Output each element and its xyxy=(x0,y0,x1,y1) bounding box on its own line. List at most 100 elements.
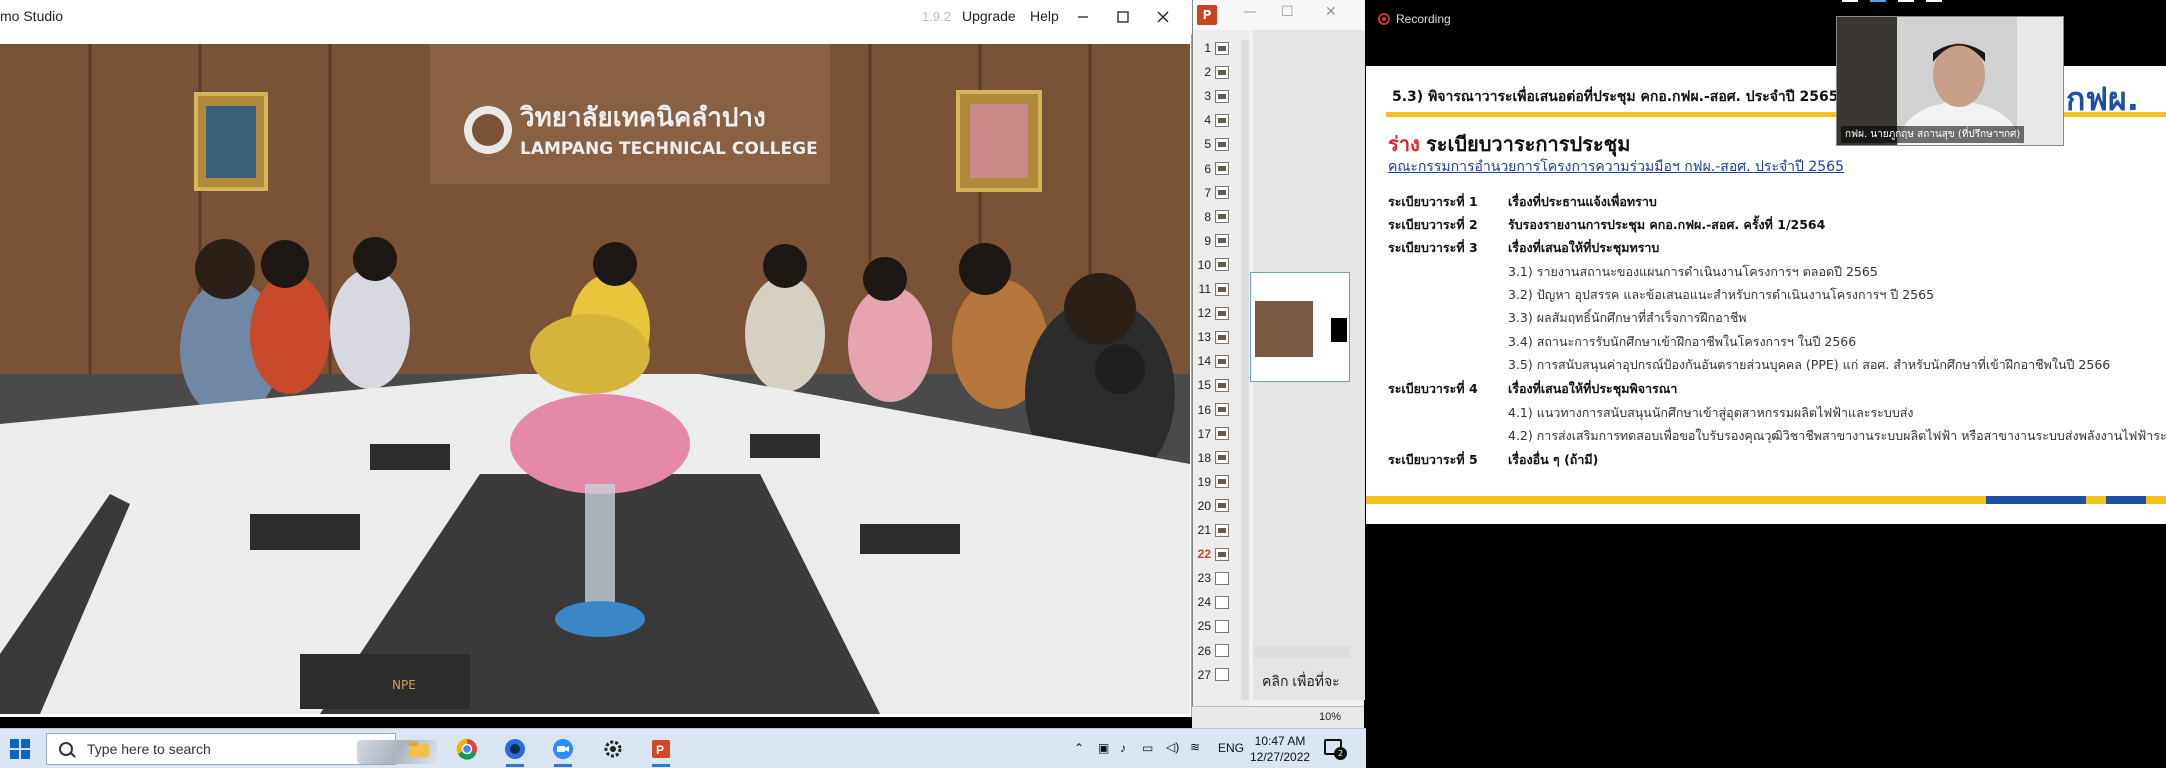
agenda-label-3: ระเบียบวาระที่ 3 xyxy=(1388,240,1478,255)
camo-window-title: mo Studio xyxy=(0,8,64,24)
meeting-room-photo: วิทยาลัยเทคนิคลำปาง LAMPANG TECHNICAL CO… xyxy=(0,44,1190,714)
volume-icon[interactable]: ◁) xyxy=(1166,740,1179,754)
slide-footer-accent xyxy=(1986,496,2086,504)
slide-thumbnail-image xyxy=(1215,306,1229,320)
clock-date: 12/27/2022 xyxy=(1250,750,1311,764)
settings-gear-icon[interactable] xyxy=(598,735,628,763)
close-icon xyxy=(1157,11,1169,23)
slide-number: 22 xyxy=(1197,547,1211,562)
powerpoint-app-icon[interactable]: P xyxy=(646,735,676,767)
taskbar-clock[interactable]: 10:47 AM 12/27/2022 xyxy=(1250,733,1310,765)
zoom-app-icon[interactable] xyxy=(548,735,578,767)
slide-thumbnail-image xyxy=(1215,234,1229,248)
maximize-button[interactable] xyxy=(1108,4,1138,30)
file-explorer-icon[interactable] xyxy=(404,735,434,763)
microphone-icon[interactable]: ♪ xyxy=(1120,741,1126,755)
participant-name: กฟผ. นายภูกฤษ สถานสุข (ที่ปรึกษาฯกศ) xyxy=(1841,126,2025,143)
agenda-desc-3: เรื่องที่เสนอให้ที่ประชุมทราบ xyxy=(1508,240,1660,255)
slide-thumbnail-image xyxy=(1215,354,1229,368)
current-slide-preview[interactable] xyxy=(1250,272,1350,382)
help-link[interactable]: Help xyxy=(1030,8,1059,24)
webcam-icon[interactable]: ▣ xyxy=(1098,741,1109,755)
slide-number: 15 xyxy=(1197,378,1211,393)
view-speaker-icon[interactable] xyxy=(1870,0,1886,10)
slide-horizontal-scrollbar[interactable] xyxy=(1254,646,1350,658)
slide-thumbnail-image xyxy=(1215,475,1229,489)
view-minimize-icon[interactable] xyxy=(1842,0,1858,10)
slide-subtitle: คณะกรรมการอำนวยการโครงการความร่วมมือฯ กฟ… xyxy=(1388,159,1844,175)
view-gallery-icon[interactable] xyxy=(1926,0,1942,10)
slide-thumbnail-image xyxy=(1215,427,1229,441)
maximize-icon xyxy=(1117,11,1129,23)
desktop: mo Studio 1.9.2 Upgrade Help วิทยาลัยเทค… xyxy=(0,0,2166,768)
slide-thumbnail-image xyxy=(1215,595,1229,609)
notes-placeholder[interactable]: คลิก เพื่อที่จะ xyxy=(1262,672,1342,690)
slide-number: 6 xyxy=(1204,161,1211,176)
slide-thumbnail-image xyxy=(1215,282,1229,296)
slide-number: 18 xyxy=(1197,450,1211,465)
agenda-label-5: ระเบียบวาระที่ 5 xyxy=(1388,452,1478,467)
agenda-item-3-1: 3.1) รายงานสถานะของแผนการดำเนินงานโครงกา… xyxy=(1508,264,1878,279)
participant-video-tile[interactable]: กฟผ. นายภูกฤษ สถานสุข (ที่ปรึกษาฯกศ) xyxy=(1836,16,2064,146)
clock-time: 10:47 AM xyxy=(1254,734,1306,748)
slide-thumbnail-image xyxy=(1215,547,1229,561)
agenda-item-3-3: 3.3) ผลสัมฤทธิ์นักศึกษาที่สำเร็จการฝึกอา… xyxy=(1508,310,1747,325)
ppt-minimize-icon[interactable]: — xyxy=(1243,4,1257,20)
agenda-desc-5: เรื่องอื่น ๆ (ถ้ามี) xyxy=(1508,452,1599,467)
slide-thumbnail-image xyxy=(1215,330,1229,344)
language-indicator[interactable]: ENG xyxy=(1218,741,1244,755)
slide-thumbnail-image xyxy=(1215,378,1229,392)
slide-number: 27 xyxy=(1197,667,1211,682)
slide-number: 23 xyxy=(1197,571,1211,586)
ppt-maximize-icon[interactable]: ☐ xyxy=(1281,4,1294,20)
slide-photo xyxy=(1255,301,1313,357)
upgrade-link[interactable]: Upgrade xyxy=(962,8,1016,24)
slide-thumbnail-image xyxy=(1215,403,1229,416)
powerpoint-icon: P xyxy=(1197,5,1217,25)
camo-studio-window: mo Studio 1.9.2 Upgrade Help วิทยาลัยเทค… xyxy=(0,0,1192,717)
ppt-titlebar[interactable]: P — ☐ ✕ xyxy=(1193,0,1365,30)
camo-app-icon[interactable] xyxy=(500,735,530,767)
search-icon xyxy=(59,742,73,756)
taskbar-search[interactable]: Type here to search xyxy=(46,733,437,765)
minimize-button[interactable] xyxy=(1068,4,1098,30)
slide-footer-accent-2 xyxy=(2106,496,2146,504)
close-button[interactable] xyxy=(1148,4,1178,30)
agenda-desc-4: เรื่องที่เสนอให้ที่ประชุมพิจารณา xyxy=(1508,381,1678,396)
slide-number: 10 xyxy=(1197,257,1211,272)
slide-number: 7 xyxy=(1204,185,1211,200)
camo-version: 1.9.2 xyxy=(922,9,951,24)
slide-number: 4 xyxy=(1204,113,1211,128)
slide-number: 2 xyxy=(1204,65,1211,80)
slide-number: 13 xyxy=(1197,330,1211,345)
slide-number: 14 xyxy=(1197,354,1211,369)
view-strip-icon[interactable] xyxy=(1898,0,1914,10)
chrome-icon[interactable] xyxy=(452,735,482,763)
wifi-icon[interactable]: ≋ xyxy=(1190,740,1200,754)
windows-taskbar: Type here to search P ⌃ ▣ ♪ ▭ ◁) ≋ ENG 1… xyxy=(0,728,1366,768)
agenda-label-4: ระเบียบวาระที่ 4 xyxy=(1388,381,1478,396)
slide-number: 11 xyxy=(1198,282,1211,296)
slide-number: 26 xyxy=(1197,643,1211,658)
slide-number: 19 xyxy=(1197,474,1211,489)
agenda-item-4-2: 4.2) การส่งเสริมการทดสอบเพื่อขอใบรับรองค… xyxy=(1508,428,2166,443)
tray-chevron-icon[interactable]: ⌃ xyxy=(1074,741,1084,755)
battery-icon[interactable]: ▭ xyxy=(1142,741,1153,755)
slide-number: 9 xyxy=(1204,233,1211,248)
agenda-item-4-1: 4.1) แนวทางการสนับสนุนนักศึกษาเข้าสู่อุต… xyxy=(1508,405,1914,420)
slide-number: 21 xyxy=(1197,523,1211,537)
slide-number: 25 xyxy=(1197,619,1211,634)
egat-logo-text: กฟผ. xyxy=(2066,80,2139,118)
agenda-item-3-5: 3.5) การสนับสนุนค่าอุปกรณ์ป้องกันอันตราย… xyxy=(1508,357,2111,372)
recording-indicator[interactable]: Recording xyxy=(1378,12,1451,26)
agenda-desc-1: เรื่องที่ประธานแจ้งเพื่อทราบ xyxy=(1508,194,1657,209)
slide-thumbnail-image xyxy=(1215,523,1229,537)
slide-number: 17 xyxy=(1197,426,1211,441)
zoom-level[interactable]: 10% xyxy=(1319,711,1341,723)
start-button[interactable] xyxy=(10,739,30,759)
camo-titlebar[interactable]: mo Studio 1.9.2 Upgrade Help xyxy=(0,0,1192,34)
college-sign-th: วิทยาลัยเทคนิคลำปาง xyxy=(520,103,766,133)
slide-thumbnail-image xyxy=(1215,571,1229,585)
ppt-close-icon[interactable]: ✕ xyxy=(1325,4,1337,20)
thumbnail-scrollbar[interactable] xyxy=(1241,40,1249,700)
